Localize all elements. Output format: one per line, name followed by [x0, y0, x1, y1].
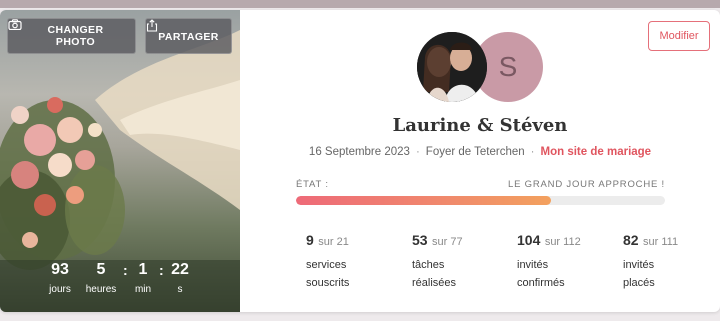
countdown-minutes-label: min: [134, 284, 152, 295]
countdown-separator: :: [159, 262, 164, 278]
wedding-details: 16 Septembre 2023 · Foyer de Teterchen · Mon…: [240, 146, 720, 158]
countdown-seconds: 22 s: [166, 260, 194, 297]
wedding-location: Foyer de Teterchen: [425, 146, 525, 158]
separator-dot: ·: [415, 146, 420, 158]
couple-avatar[interactable]: [417, 32, 487, 102]
countdown-hours-label: heures: [85, 284, 117, 295]
countdown-seconds-label: s: [177, 284, 183, 295]
stat-value: 9: [306, 232, 314, 248]
stat-label-line1: tâches: [412, 259, 445, 271]
stat-label-line2: réalisées: [412, 277, 457, 289]
countdown-hours-value: 5: [96, 261, 106, 278]
share-button[interactable]: PARTAGER: [145, 18, 232, 54]
countdown-minutes: 1 min: [131, 260, 155, 297]
stat-tasks[interactable]: 53 sur 77 tâches réalisées: [412, 232, 512, 292]
countdown-days-label: jours: [49, 284, 71, 295]
countdown-separator: :: [123, 262, 128, 278]
couple-photo: [417, 32, 487, 102]
progress-bar-fill: [296, 196, 551, 205]
stat-total: sur 111: [643, 236, 679, 248]
countdown-days: 93 jours: [44, 260, 76, 297]
countdown-seconds-value: 22: [171, 261, 189, 278]
wedding-date: 16 Septembre 2023: [308, 146, 410, 158]
status-message: LE GRAND JOUR APPROCHE !: [508, 179, 665, 190]
wedding-site-link[interactable]: Mon site de mariage: [541, 146, 652, 158]
stat-guests-seated[interactable]: 82 sur 111 invités placés: [623, 232, 720, 292]
change-photo-label: CHANGER PHOTO: [47, 24, 104, 48]
countdown-hours: 5 heures: [84, 260, 118, 297]
status-label: ÉTAT :: [296, 179, 329, 190]
stat-total: sur 21: [318, 236, 349, 248]
stat-value: 82: [623, 232, 639, 248]
countdown: 93 jours 5 heures : 1 min : 22 s: [0, 260, 240, 312]
separator-dot: ·: [530, 146, 535, 158]
wedding-info-panel: Modifier S Laurine & Stéven 16 Septembre…: [240, 10, 720, 312]
share-label: PARTAGER: [158, 30, 219, 43]
stat-label-line1: invités: [623, 259, 655, 271]
stat-value: 104: [517, 232, 541, 248]
stat-label-line1: invités: [517, 259, 549, 271]
cover-photo: CHANGER PHOTO PARTAGER 93 jours 5 heures…: [0, 10, 240, 312]
progress-bar: [296, 196, 665, 205]
modify-button[interactable]: Modifier: [648, 21, 710, 51]
stat-value: 53: [412, 232, 428, 248]
couple-names: Laurine & Stéven: [392, 115, 568, 136]
stat-guests-confirmed[interactable]: 104 sur 112 invités confirmés: [517, 232, 617, 292]
stat-label-line1: services: [306, 259, 347, 271]
change-photo-button[interactable]: CHANGER PHOTO: [7, 18, 136, 54]
stat-services[interactable]: 9 sur 21 services souscrits: [306, 232, 406, 292]
countdown-days-value: 93: [51, 261, 69, 278]
countdown-minutes-value: 1: [138, 261, 148, 278]
wedding-summary-card: CHANGER PHOTO PARTAGER 93 jours 5 heures…: [0, 10, 720, 312]
stat-total: sur 77: [432, 236, 463, 248]
stat-label-line2: placés: [623, 277, 655, 289]
stat-label-line2: souscrits: [306, 277, 350, 289]
stat-total: sur 112: [544, 236, 581, 248]
stat-label-line2: confirmés: [517, 277, 565, 289]
